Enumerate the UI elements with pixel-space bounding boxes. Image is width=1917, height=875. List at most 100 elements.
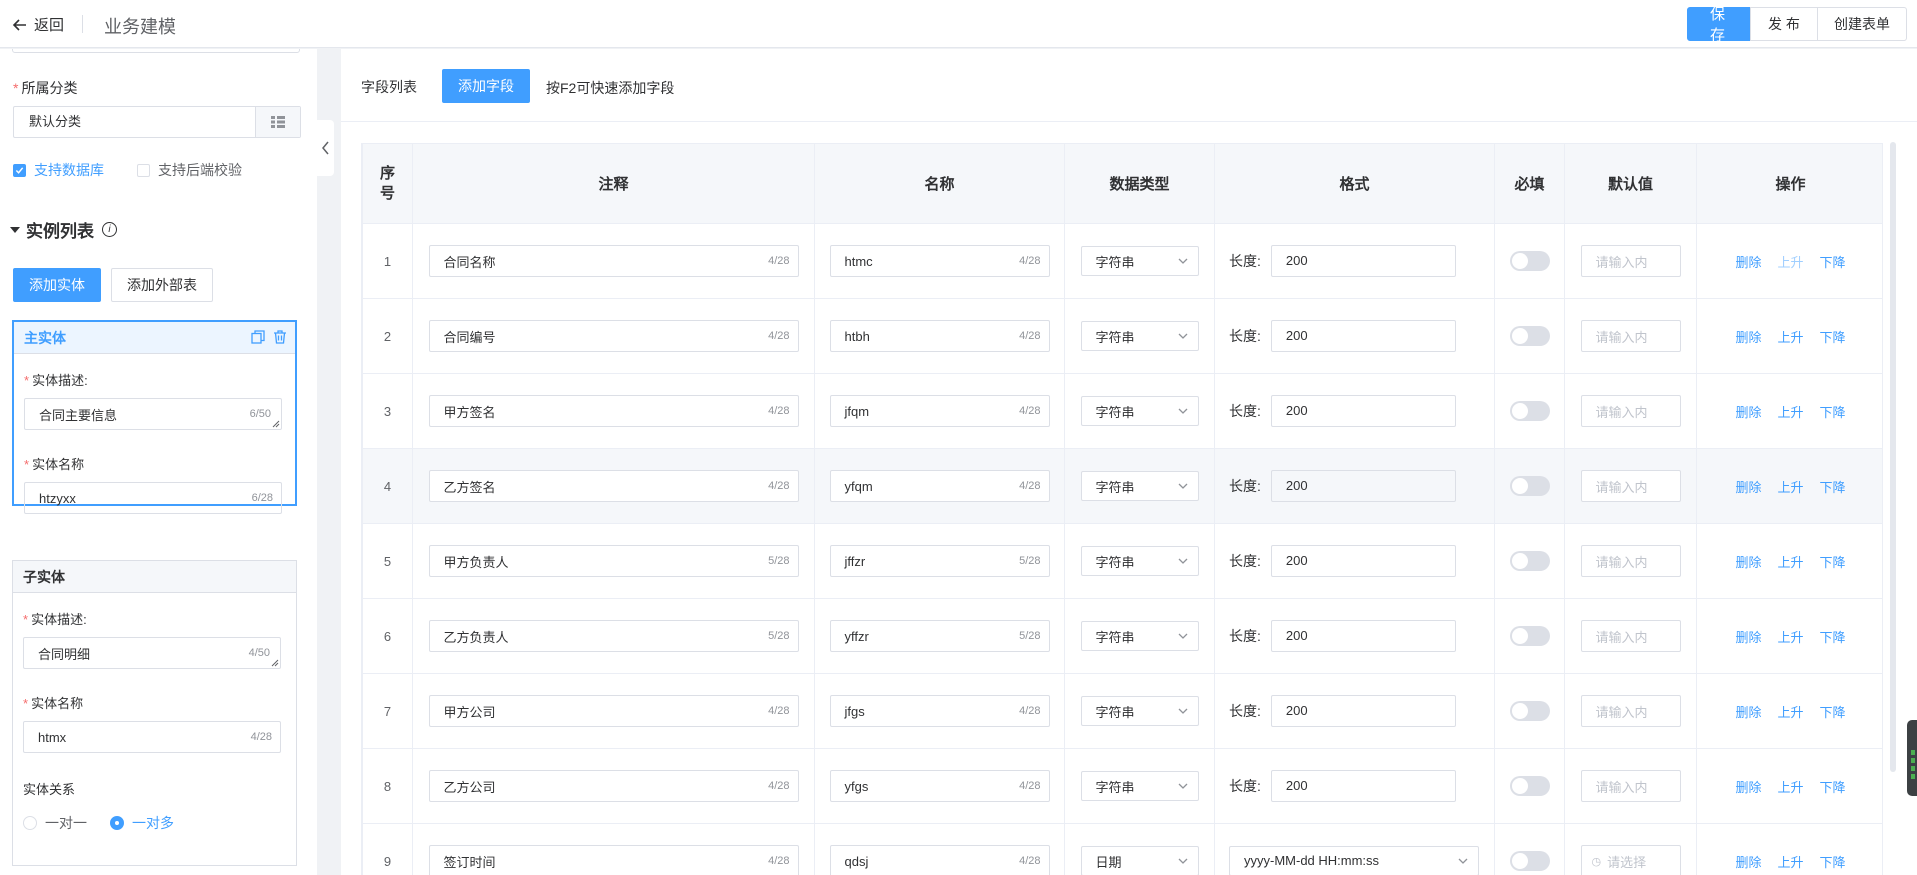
required-switch[interactable] bbox=[1509, 326, 1550, 346]
category-picker-button[interactable] bbox=[255, 107, 300, 137]
default-value-input[interactable]: 请输入内 bbox=[1580, 245, 1681, 277]
comment-input[interactable]: 乙方负责人 5/28 bbox=[428, 620, 799, 652]
category-select[interactable]: 默认分类 bbox=[13, 106, 301, 138]
data-type-select[interactable]: 字符串 bbox=[1080, 471, 1199, 501]
name-input[interactable]: jfqm 4/28 bbox=[829, 395, 1050, 427]
data-type-select[interactable]: 字符串 bbox=[1080, 321, 1199, 351]
copy-icon[interactable] bbox=[251, 330, 265, 344]
name-input[interactable]: jffzr 5/28 bbox=[829, 545, 1050, 577]
add-field-button[interactable]: 添加字段 bbox=[442, 69, 530, 103]
move-up-button[interactable]: 上升 bbox=[1777, 552, 1803, 571]
length-input[interactable]: 200 bbox=[1270, 770, 1456, 802]
move-down-button[interactable]: 下降 bbox=[1820, 627, 1846, 646]
date-format-select[interactable]: yyyy-MM-dd HH:mm:ss bbox=[1229, 846, 1479, 875]
default-value-input[interactable]: 请输入内 bbox=[1580, 545, 1681, 577]
data-type-select[interactable]: 字符串 bbox=[1080, 771, 1199, 801]
data-type-select[interactable]: 字符串 bbox=[1080, 246, 1199, 276]
move-down-button[interactable]: 下降 bbox=[1820, 327, 1846, 346]
length-input[interactable]: 200 bbox=[1270, 470, 1456, 502]
add-entity-button[interactable]: 添加实体 bbox=[13, 268, 101, 302]
sub-desc-textarea[interactable]: 合同明细 4/50 bbox=[23, 637, 281, 669]
delete-button[interactable]: 删除 bbox=[1735, 627, 1761, 646]
back-button[interactable]: 返回 bbox=[12, 14, 64, 35]
default-value-input[interactable]: 请输入内 bbox=[1580, 620, 1681, 652]
radio-one-to-one[interactable]: 一对一 bbox=[23, 813, 87, 833]
required-switch[interactable] bbox=[1509, 626, 1550, 646]
sub-name-input[interactable]: htmx 4/28 bbox=[23, 721, 281, 753]
length-input[interactable]: 200 bbox=[1270, 320, 1456, 352]
comment-input[interactable]: 乙方签名 4/28 bbox=[428, 470, 799, 502]
trash-icon[interactable] bbox=[273, 330, 287, 344]
name-input[interactable]: htmc 4/28 bbox=[829, 245, 1050, 277]
default-value-input[interactable]: 请输入内 bbox=[1580, 695, 1681, 727]
save-button[interactable]: 保 存 bbox=[1687, 6, 1751, 44]
info-icon[interactable]: i bbox=[102, 222, 117, 237]
resize-handle-icon[interactable] bbox=[272, 420, 280, 428]
move-down-button[interactable]: 下降 bbox=[1820, 552, 1846, 571]
move-down-button[interactable]: 下降 bbox=[1820, 477, 1846, 496]
comment-input[interactable]: 合同编号 4/28 bbox=[428, 320, 799, 352]
radio-one-to-many[interactable]: 一对多 bbox=[110, 813, 174, 833]
default-value-input[interactable]: 请输入内 bbox=[1580, 320, 1681, 352]
move-up-button[interactable]: 上升 bbox=[1777, 402, 1803, 421]
move-down-button[interactable]: 下降 bbox=[1820, 852, 1846, 871]
comment-input[interactable]: 甲方公司 4/28 bbox=[428, 695, 799, 727]
comment-input[interactable]: 甲方负责人 5/28 bbox=[428, 545, 799, 577]
default-value-input[interactable]: 请输入内 bbox=[1580, 770, 1681, 802]
comment-input[interactable]: 乙方公司 4/28 bbox=[428, 770, 799, 802]
required-switch[interactable] bbox=[1509, 401, 1550, 421]
length-input[interactable]: 200 bbox=[1270, 395, 1456, 427]
delete-button[interactable]: 删除 bbox=[1735, 852, 1761, 871]
delete-button[interactable]: 删除 bbox=[1735, 777, 1761, 796]
sub-entity-card[interactable]: 子实体 * 实体描述: 合同明细 4/50 * 实体名称 htmx 4/28 实体关… bbox=[12, 560, 297, 866]
required-switch[interactable] bbox=[1509, 476, 1550, 496]
name-input[interactable]: jfgs 4/28 bbox=[829, 695, 1050, 727]
data-type-select[interactable]: 字符串 bbox=[1080, 621, 1199, 651]
delete-button[interactable]: 删除 bbox=[1735, 402, 1761, 421]
resize-handle-icon[interactable] bbox=[271, 659, 279, 667]
name-input[interactable]: qdsj 4/28 bbox=[829, 845, 1050, 875]
length-input[interactable]: 200 bbox=[1270, 620, 1456, 652]
publish-button[interactable]: 发 布 bbox=[1750, 7, 1818, 41]
add-external-table-button[interactable]: 添加外部表 bbox=[111, 268, 213, 302]
move-down-button[interactable]: 下降 bbox=[1820, 402, 1846, 421]
required-switch[interactable] bbox=[1509, 251, 1550, 271]
data-type-select[interactable]: 字符串 bbox=[1080, 696, 1199, 726]
vertical-scrollbar[interactable] bbox=[1890, 142, 1896, 772]
default-value-input[interactable]: 请输入内 bbox=[1580, 470, 1681, 502]
main-name-input[interactable]: htzyxx 6/28 bbox=[24, 482, 282, 514]
data-type-select[interactable]: 字符串 bbox=[1080, 396, 1199, 426]
required-switch[interactable] bbox=[1509, 851, 1550, 871]
main-desc-textarea[interactable]: 合同主要信息 6/50 bbox=[24, 398, 282, 430]
move-down-button[interactable]: 下降 bbox=[1820, 252, 1846, 271]
create-form-button[interactable]: 创建表单 bbox=[1817, 7, 1907, 41]
data-type-select[interactable]: 日期 bbox=[1080, 846, 1199, 875]
move-up-button[interactable]: 上升 bbox=[1777, 252, 1803, 271]
name-input[interactable]: yfgs 4/28 bbox=[829, 770, 1050, 802]
default-value-input[interactable]: 请输入内 bbox=[1580, 395, 1681, 427]
length-input[interactable]: 200 bbox=[1270, 245, 1456, 277]
comment-input[interactable]: 签订时间 4/28 bbox=[428, 845, 799, 875]
collapse-panel-button[interactable] bbox=[317, 120, 334, 176]
name-input[interactable]: htbh 4/28 bbox=[829, 320, 1050, 352]
length-input[interactable]: 200 bbox=[1270, 695, 1456, 727]
delete-button[interactable]: 删除 bbox=[1735, 252, 1761, 271]
backend-validate-checkbox[interactable]: 支持后端校验 bbox=[137, 160, 242, 180]
delete-button[interactable]: 删除 bbox=[1735, 327, 1761, 346]
name-input[interactable]: yfqm 4/28 bbox=[829, 470, 1050, 502]
length-input[interactable]: 200 bbox=[1270, 545, 1456, 577]
default-date-picker[interactable]: ◷ 请选择 bbox=[1580, 845, 1681, 875]
data-type-select[interactable]: 字符串 bbox=[1080, 546, 1199, 576]
side-widget[interactable] bbox=[1907, 720, 1917, 796]
move-up-button[interactable]: 上升 bbox=[1777, 702, 1803, 721]
delete-button[interactable]: 删除 bbox=[1735, 702, 1761, 721]
required-switch[interactable] bbox=[1509, 776, 1550, 796]
main-entity-card[interactable]: 主实体 * 实体描述: 合同主要信息 6/50 * 实体名称 htzyxx 6/28 bbox=[12, 320, 297, 514]
delete-button[interactable]: 删除 bbox=[1735, 552, 1761, 571]
required-switch[interactable] bbox=[1509, 551, 1550, 571]
required-switch[interactable] bbox=[1509, 701, 1550, 721]
name-input[interactable]: yffzr 5/28 bbox=[829, 620, 1050, 652]
move-up-button[interactable]: 上升 bbox=[1777, 627, 1803, 646]
instance-section-title[interactable]: 实例列表 i bbox=[10, 217, 117, 242]
move-up-button[interactable]: 上升 bbox=[1777, 477, 1803, 496]
